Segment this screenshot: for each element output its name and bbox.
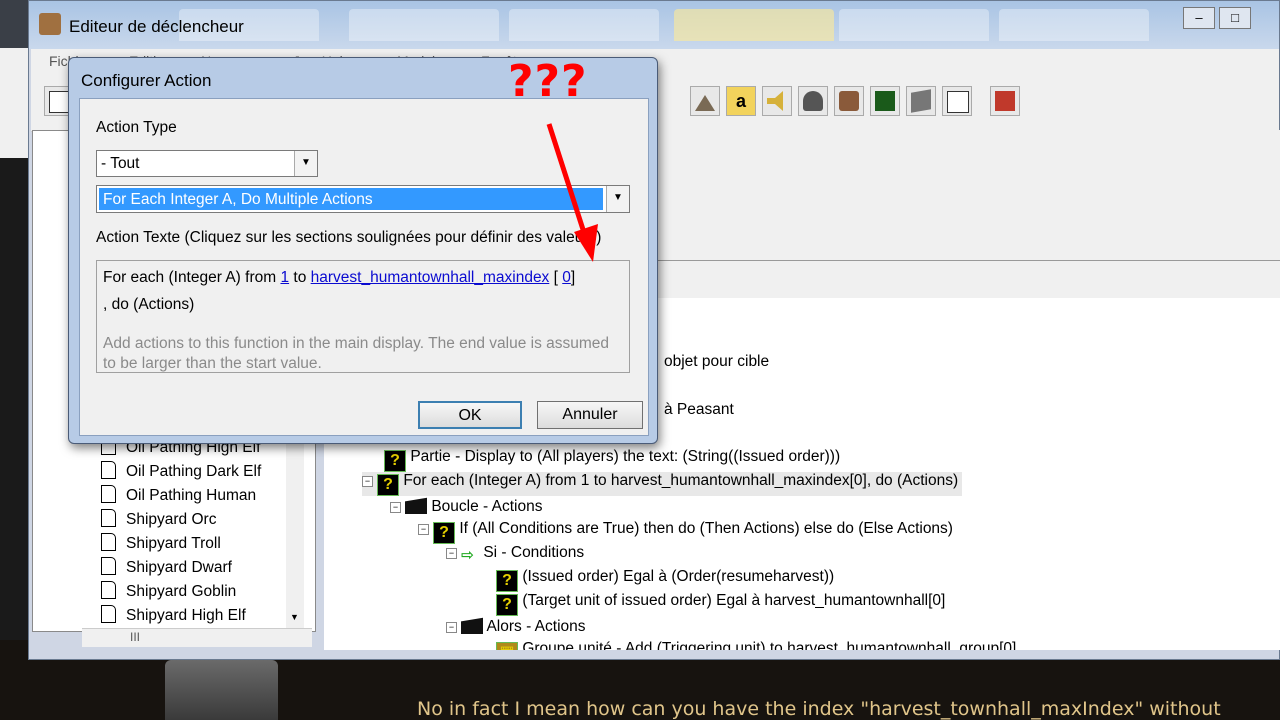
arrow-line xyxy=(546,123,591,246)
arrow-head-icon xyxy=(574,224,598,262)
annotation-arrow xyxy=(546,123,598,262)
